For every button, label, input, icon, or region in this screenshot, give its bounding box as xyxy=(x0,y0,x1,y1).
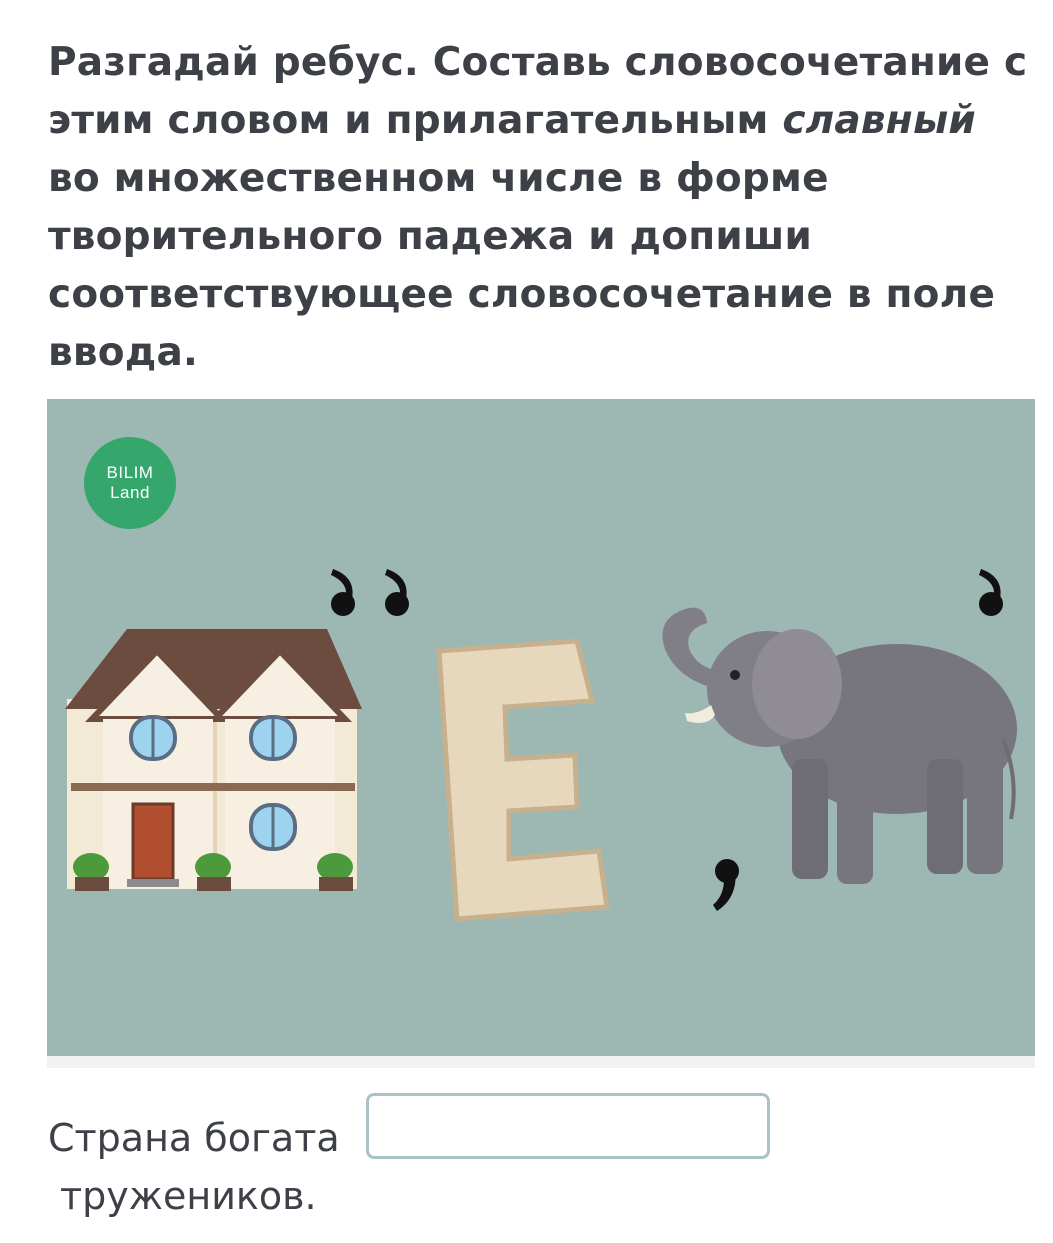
rebus-image: BILIM Land xyxy=(47,399,1035,1056)
comma-mark-bottom xyxy=(713,859,739,911)
answer-suffix: тружеников. xyxy=(60,1174,317,1218)
task-text-after: во множественном числе в форме творитель… xyxy=(48,156,996,375)
logo-line1: BILIM xyxy=(106,463,154,482)
answer-input[interactable] xyxy=(366,1093,770,1159)
letter-e-block xyxy=(436,638,610,922)
elephant-icon xyxy=(662,607,1017,884)
comma-mark-right xyxy=(979,569,1003,616)
rebus-drawing xyxy=(65,569,1017,922)
task-instructions: Разгадай ребус. Составь словосочетание с… xyxy=(48,34,1038,382)
answer-sentence: Страна богата тружеников. xyxy=(48,1108,340,1218)
image-bottom-strip xyxy=(47,1056,1035,1068)
logo-line2: Land xyxy=(110,483,150,502)
comma-marks-left xyxy=(331,569,409,616)
task-emphasis: славный xyxy=(782,98,976,143)
bilimland-logo: BILIM Land xyxy=(84,437,176,529)
answer-prefix: Страна богата xyxy=(48,1116,340,1160)
house-icon xyxy=(65,629,362,891)
